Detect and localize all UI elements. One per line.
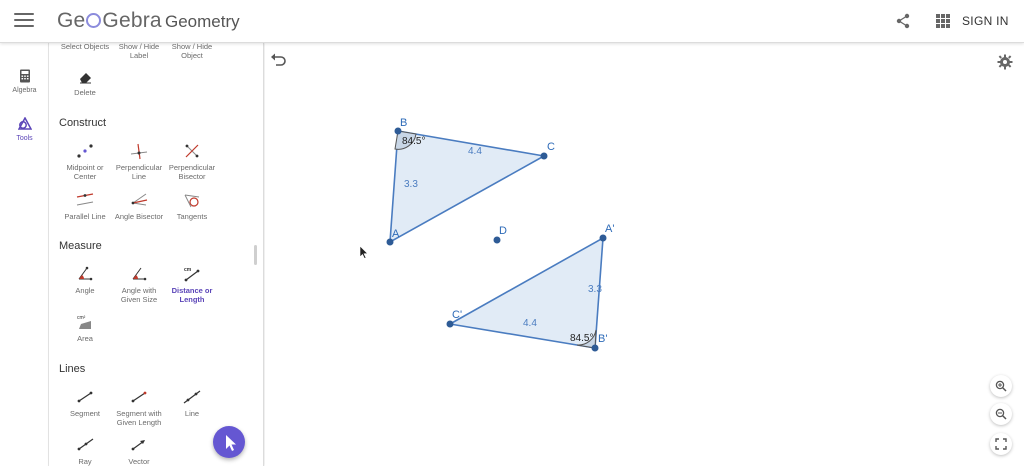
angle-b1-label: 84.5°: [570, 333, 593, 344]
cursor-icon: [226, 435, 236, 451]
angle-b-label: 84.5°: [402, 136, 425, 147]
zoom-out-icon: [995, 408, 1007, 420]
point-label-b: B: [400, 117, 407, 129]
app-title: Geometry: [165, 12, 240, 31]
point-label-d: D: [499, 225, 507, 237]
point-label-b-prime: B': [598, 333, 607, 345]
point-label-c: C: [547, 141, 555, 153]
fullscreen-icon: [995, 438, 1007, 450]
app-header: Ge Gebra Geometry SIGN IN: [0, 0, 1024, 43]
side-bc-label: 4.4: [468, 146, 482, 157]
point-label-c-prime: C': [452, 309, 462, 321]
side-cb1-label: 4.4: [523, 318, 537, 329]
point-label-a-prime: A': [605, 223, 614, 235]
side-ab1-label: 3.3: [588, 284, 602, 295]
point-d[interactable]: [493, 236, 501, 244]
move-tool-button[interactable]: [213, 426, 245, 458]
share-icon[interactable]: [895, 13, 911, 29]
menu-icon[interactable]: [14, 13, 34, 29]
construction-canvas: 84.5° 4.4 3.3 84.5° 4.4 3.3 B C A D A' B…: [359, 117, 614, 352]
point-c[interactable]: [540, 152, 548, 160]
zoom-in-button[interactable]: [990, 375, 1012, 397]
point-c-prime[interactable]: [446, 320, 454, 328]
fullscreen-button[interactable]: [990, 433, 1012, 455]
mouse-cursor-icon: [359, 245, 369, 259]
apps-icon[interactable]: [936, 14, 950, 28]
sign-in-button[interactable]: SIGN IN: [962, 14, 1009, 28]
triangle-a1b1c1[interactable]: [447, 236, 604, 349]
zoom-in-icon: [995, 380, 1007, 392]
zoom-out-button[interactable]: [990, 403, 1012, 425]
geogebra-logo: Ge Gebra: [57, 9, 162, 32]
side-ab-label: 3.3: [404, 179, 418, 190]
point-b-prime[interactable]: [591, 344, 599, 352]
point-label-a: A: [392, 228, 400, 240]
point-a-prime[interactable]: [599, 234, 607, 242]
